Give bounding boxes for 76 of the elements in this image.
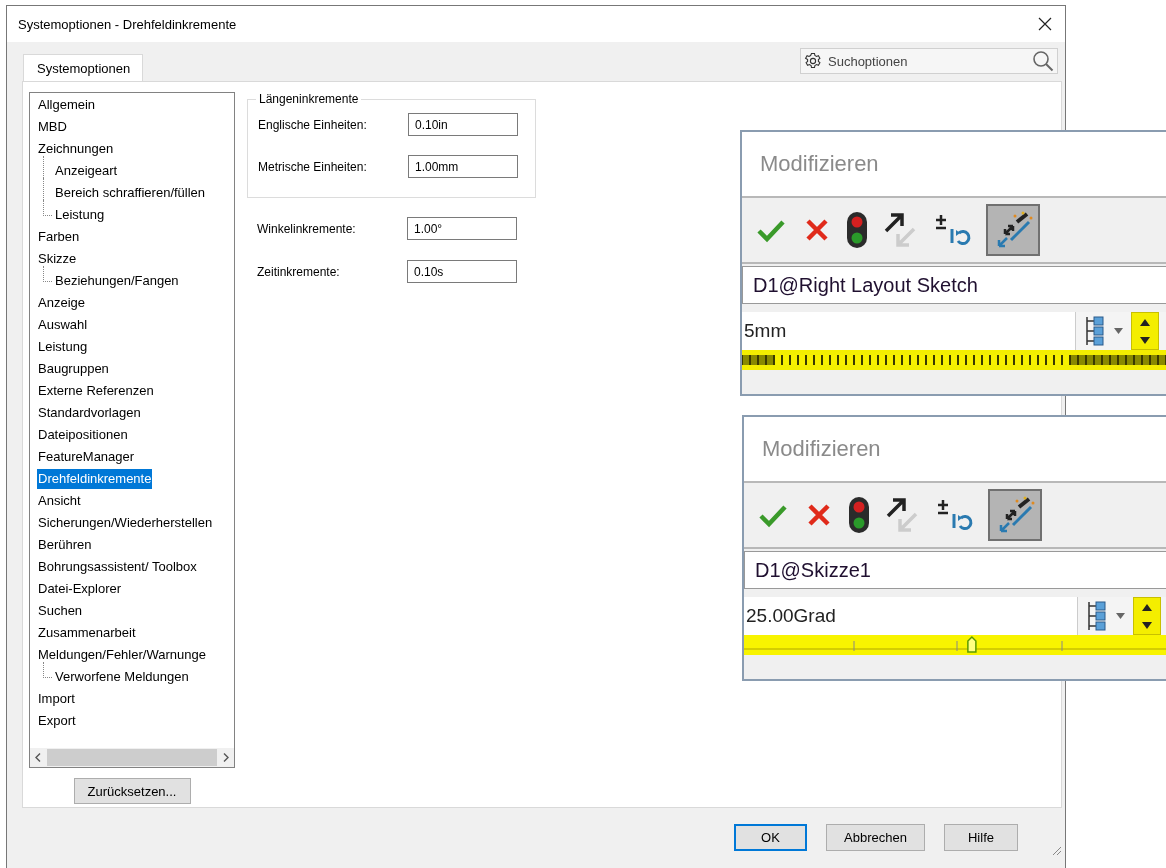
arrows-icon[interactable] <box>882 211 918 249</box>
tree-item[interactable]: Meldungen/Fehler/Warnunge <box>37 645 207 665</box>
close-icon[interactable] <box>1038 17 1052 31</box>
tree-item[interactable]: Datei-Explorer <box>37 579 123 599</box>
tree-item[interactable]: Export <box>37 711 77 731</box>
gear-icon <box>804 52 822 70</box>
tree-item[interactable]: Skizze <box>37 249 78 269</box>
search-icon[interactable] <box>1032 50 1054 72</box>
wand-button[interactable] <box>988 489 1042 541</box>
tree-item[interactable]: Ansicht <box>37 491 82 511</box>
spin-up-icon[interactable] <box>1142 603 1152 611</box>
thumbwheel[interactable] <box>742 350 1166 370</box>
spinner-button[interactable] <box>1133 597 1161 635</box>
tree-item[interactable]: Bohrungsassistent/ Toolbox <box>37 557 198 577</box>
field-label: Zeitinkremente: <box>257 264 341 279</box>
tree-item[interactable]: Anzeigeart <box>54 161 119 181</box>
search-bar[interactable]: Suchoptionen <box>800 48 1058 74</box>
traffic-light-icon[interactable] <box>848 496 870 534</box>
field-label: Englische Einheiten: <box>258 117 368 132</box>
wand-button[interactable] <box>986 204 1040 256</box>
input-field[interactable]: 1.00mm <box>408 155 518 178</box>
input-field[interactable]: 1.00° <box>407 217 517 240</box>
tree-item[interactable]: Bereich schraffieren/füllen <box>54 183 207 203</box>
dropdown-caret-icon[interactable] <box>1114 328 1123 334</box>
tree-item[interactable]: Anzeige <box>37 293 86 313</box>
dimension-name-field[interactable]: D1@Right Layout Sketch <box>742 266 1166 304</box>
dropdown-caret-icon[interactable] <box>1116 613 1125 619</box>
tree-item[interactable]: Suchen <box>37 601 84 621</box>
tree-item[interactable]: Externe Referenzen <box>37 381 155 401</box>
tree-structure-icon[interactable] <box>1084 316 1106 346</box>
angle-slider[interactable] <box>744 635 1166 655</box>
spinner-button[interactable] <box>1131 312 1159 350</box>
tab[interactable]: Systemoptionen <box>23 54 144 81</box>
tree-item[interactable]: Drehfeldinkremente <box>37 469 153 489</box>
horizontal-scrollbar[interactable] <box>30 748 234 767</box>
window-title: Systemoptionen - Drehfeldinkremente <box>18 16 237 32</box>
tree-item[interactable]: Leistung <box>37 337 89 357</box>
slider-thumb[interactable] <box>967 635 977 653</box>
tree-item[interactable]: Zeichnungen <box>37 139 115 159</box>
resize-grip-icon[interactable] <box>1050 844 1062 856</box>
value-field[interactable]: 25.00Grad <box>744 597 1078 635</box>
tree-item[interactable]: Beziehungen/Fangen <box>54 271 180 291</box>
tree-item[interactable]: Dateipositionen <box>37 425 129 445</box>
tree-structure-icon[interactable] <box>1086 601 1108 631</box>
search-input[interactable]: Suchoptionen <box>826 52 1028 70</box>
tree-item[interactable]: Zusammenarbeit <box>37 623 137 643</box>
tree-item[interactable]: Sicherungen/Wiederherstellen <box>37 513 214 533</box>
tree-item[interactable]: Baugruppen <box>37 359 110 379</box>
tree-item[interactable]: Standardvorlagen <box>37 403 142 423</box>
tree-item[interactable]: Verworfene Meldungen <box>54 667 190 687</box>
tree-item[interactable]: Auswahl <box>37 315 89 335</box>
reset-button[interactable]: Zurücksetzen... <box>73 778 191 804</box>
value-field[interactable]: 5mm <box>742 312 1076 350</box>
spin-down-icon[interactable] <box>1142 621 1152 629</box>
input-field[interactable]: 0.10in <box>408 113 518 136</box>
tree-item[interactable]: Leistung <box>54 205 106 225</box>
spin-down-icon[interactable] <box>1140 336 1150 344</box>
field-label: Winkelinkremente: <box>257 221 357 236</box>
tree-item[interactable]: Farben <box>37 227 81 247</box>
popup-title: Modifizieren <box>742 132 1166 198</box>
popup-title: Modifizieren <box>744 417 1166 483</box>
tree-item[interactable]: Allgemein <box>37 95 97 115</box>
arrows-icon[interactable] <box>884 496 920 534</box>
tree-item[interactable]: Berühren <box>37 535 93 555</box>
dialog-button[interactable]: Hilfe <box>944 824 1018 851</box>
input-field[interactable]: 0.10s <box>407 260 517 283</box>
dialog-button[interactable]: OK <box>734 824 807 851</box>
tree-item[interactable]: MBD <box>37 117 68 137</box>
tree-item[interactable]: Import <box>37 689 76 709</box>
group-title: Längeninkremente <box>256 92 362 106</box>
dialog-button[interactable]: Abbrechen <box>826 824 925 851</box>
traffic-light-icon[interactable] <box>846 211 868 249</box>
dimension-name-field[interactable]: D1@Skizze1 <box>744 551 1166 589</box>
tree-item[interactable]: FeatureManager <box>37 447 136 467</box>
spin-up-icon[interactable] <box>1140 318 1150 326</box>
field-label: Metrische Einheiten: <box>258 159 368 174</box>
